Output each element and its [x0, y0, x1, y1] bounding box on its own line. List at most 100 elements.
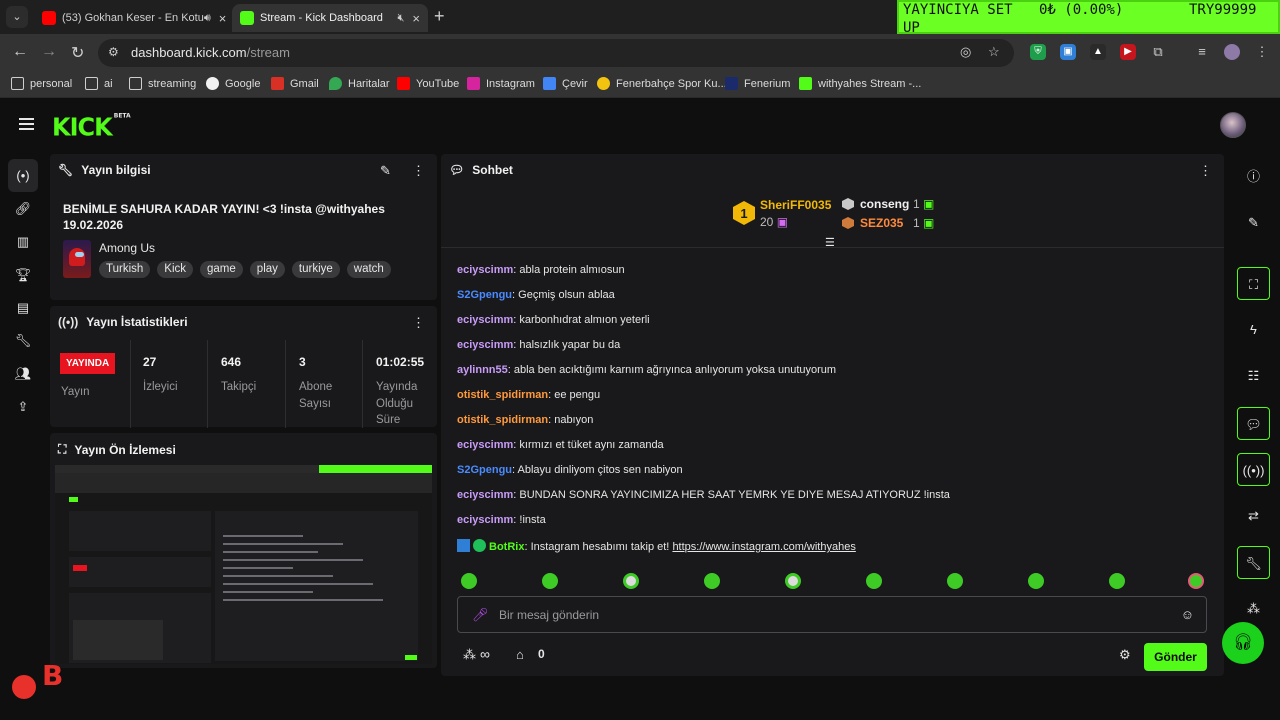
edit-icon[interactable]: ✎: [1237, 206, 1270, 239]
site-info-icon[interactable]: ⚙: [108, 45, 119, 59]
chat-username[interactable]: eciyscimm: [457, 339, 513, 351]
third-gifter-name: SEZ035: [860, 216, 904, 230]
extension-icon[interactable]: ▣: [1060, 44, 1076, 60]
stream-nav-icon[interactable]: (•): [8, 159, 38, 192]
scene-switch-icon[interactable]: ⇄: [1237, 499, 1270, 532]
emote-icon[interactable]: [1028, 573, 1044, 589]
channel-points-icon[interactable]: ⁂: [463, 647, 476, 663]
more-menu-icon[interactable]: ⋮: [412, 315, 425, 331]
emote-icon[interactable]: [461, 573, 477, 589]
chat-username[interactable]: eciyscimm: [457, 439, 513, 451]
youtube-extension-icon[interactable]: ▶: [1120, 44, 1136, 60]
community-nav-icon[interactable]: 👥︎: [8, 357, 38, 390]
analytics-nav-icon[interactable]: ▥: [8, 225, 38, 258]
kick-logo[interactable]: KICK BETA: [52, 112, 131, 141]
profile-avatar[interactable]: [1224, 44, 1240, 60]
more-menu-icon[interactable]: ⋮: [1199, 163, 1212, 179]
avatar[interactable]: [1220, 112, 1246, 138]
chat-message: otistik_spidirman: nabıyon: [457, 414, 1217, 439]
close-icon[interactable]: ×: [219, 11, 227, 26]
emote-icon[interactable]: [947, 573, 963, 589]
chat-username[interactable]: otistik_spidirman: [457, 414, 548, 426]
emote-icon[interactable]: [866, 573, 882, 589]
bookmark-fenerium[interactable]: Fenerium: [725, 77, 790, 90]
emote-icon[interactable]: [623, 573, 639, 589]
store-value: 0: [538, 647, 545, 661]
emoji-picker-icon[interactable]: ☺: [1181, 607, 1194, 622]
chat-link[interactable]: https://www.instagram.com/withyahes: [672, 541, 855, 553]
bookmark-translate[interactable]: Çevir: [543, 77, 588, 90]
chat-toggle-icon[interactable]: 💬︎: [1237, 407, 1270, 440]
bookmark-streaming[interactable]: streaming: [129, 77, 196, 90]
bookmark-personal[interactable]: personal: [11, 77, 72, 90]
bookmark-gmail[interactable]: Gmail: [271, 77, 319, 90]
emote-icon[interactable]: [1109, 573, 1125, 589]
maps-icon: [329, 77, 342, 90]
tab-kick-dashboard[interactable]: Stream - Kick Dashboard 🔇︎ ×: [232, 4, 428, 32]
speaker-icon[interactable]: 🔊︎: [204, 12, 211, 25]
emote-icon[interactable]: [704, 573, 720, 589]
shield-extension-icon[interactable]: ⛨: [1030, 44, 1046, 60]
extensions-puzzle-icon[interactable]: ⧉: [1150, 44, 1166, 60]
star-icon[interactable]: ☆: [988, 44, 1000, 60]
chat-username[interactable]: S2Gpengu: [457, 289, 512, 301]
send-button[interactable]: Gönder: [1144, 643, 1207, 671]
more-menu-icon[interactable]: ⋮: [412, 163, 425, 179]
link-nav-icon[interactable]: 🔗︎: [8, 192, 38, 225]
wrench-icon[interactable]: 🔧︎: [1237, 546, 1270, 579]
stream-title: BENİMLE SAHURA KADAR YAYIN! <3 !insta @w…: [63, 202, 385, 232]
tab-search-button[interactable]: ⌄: [6, 6, 28, 28]
bookmark-fenerbahce[interactable]: Fenerbahçe Spor Ku...: [597, 77, 727, 90]
video-nav-icon[interactable]: ▤: [8, 291, 38, 324]
broadcast-icon[interactable]: ((•)): [1237, 453, 1270, 486]
media-control-icon[interactable]: ≡: [1194, 44, 1210, 60]
store-icon[interactable]: ⌂: [516, 647, 524, 662]
chat-username[interactable]: aylinnn55: [457, 364, 508, 376]
screen-capture-icon[interactable]: ⛶: [1237, 267, 1270, 300]
forward-icon[interactable]: →: [41, 43, 57, 61]
top-gifter-count: 20 ▣: [760, 215, 789, 229]
notes-icon[interactable]: ☷: [1237, 359, 1270, 392]
emote-icon[interactable]: [785, 573, 801, 589]
chat-username[interactable]: S2Gpengu: [457, 464, 512, 476]
bookmark-google[interactable]: Google: [206, 77, 260, 90]
mute-icon[interactable]: 🔇︎: [397, 12, 404, 25]
chat-username[interactable]: BotRix: [489, 541, 524, 553]
emote-icon[interactable]: [542, 573, 558, 589]
chat-username[interactable]: eciyscimm: [457, 314, 513, 326]
chat-username[interactable]: eciyscimm: [457, 264, 513, 276]
emote-icon[interactable]: [1188, 573, 1204, 589]
bookmark-youtube[interactable]: YouTube: [397, 77, 459, 90]
trophy-nav-icon[interactable]: 🏆︎: [8, 258, 38, 291]
upload-nav-icon[interactable]: ⇪: [8, 390, 38, 423]
chat-message-input[interactable]: 🎤︎ Bir mesaj gönderin ☺: [457, 596, 1207, 633]
tag: play: [249, 261, 285, 278]
back-icon[interactable]: ←: [12, 43, 28, 61]
stream-preview-video[interactable]: [55, 465, 432, 664]
microphone-icon[interactable]: 🎤︎: [472, 607, 489, 623]
url-field[interactable]: ⚙ dashboard.kick.com/stream ◎ ☆: [98, 39, 1014, 67]
top-gifter-name: SheriFF0035: [760, 198, 832, 212]
bookmark-maps[interactable]: Haritalar: [329, 77, 390, 90]
tools-nav-icon[interactable]: 🔧︎: [8, 324, 38, 357]
bookmark-instagram[interactable]: Instagram: [467, 77, 535, 90]
community-icon[interactable]: ⁂: [1237, 592, 1270, 625]
headset-support-button[interactable]: 🎧︎: [1222, 622, 1264, 664]
chat-username[interactable]: eciyscimm: [457, 514, 513, 526]
chat-username[interactable]: otistik_spidirman: [457, 389, 548, 401]
edit-icon[interactable]: ✎: [380, 163, 391, 179]
more-menu-icon[interactable]: ⋮: [1254, 44, 1270, 60]
bookmark-ai[interactable]: ai: [85, 77, 113, 90]
new-tab-button[interactable]: +: [434, 6, 445, 26]
eye-off-icon[interactable]: ◎: [960, 44, 971, 60]
menu-icon[interactable]: [19, 118, 34, 130]
settings-icon[interactable]: ⚙: [1119, 647, 1131, 663]
close-icon[interactable]: ×: [412, 11, 420, 26]
chat-username[interactable]: eciyscimm: [457, 489, 513, 501]
info-icon[interactable]: ⓘ: [1237, 160, 1270, 193]
lightning-icon[interactable]: ϟ: [1237, 313, 1270, 346]
bookmark-kick-stream[interactable]: withyahes Stream -...: [799, 77, 921, 90]
tab-youtube[interactable]: (53) Gokhan Keser - En Kotu 🔊︎ ×: [34, 4, 230, 32]
extension-icon[interactable]: ▲: [1090, 44, 1106, 60]
reload-icon[interactable]: ↻: [71, 43, 84, 63]
